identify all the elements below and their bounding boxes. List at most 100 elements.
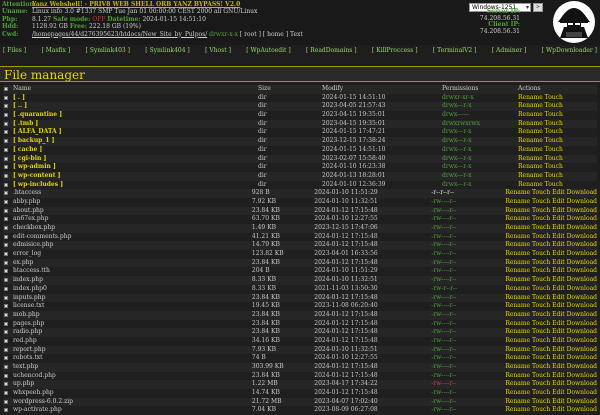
file-name[interactable]: [ .. ] (3, 102, 258, 111)
menu-item[interactable]: [ Symlink403 ] (85, 46, 129, 56)
row-checkbox[interactable] (4, 182, 8, 187)
file-permissions[interactable]: -rw----r-- (431, 224, 505, 233)
file-name[interactable]: edmisice.php (3, 241, 252, 250)
file-permissions[interactable]: -rw----r-- (431, 406, 505, 415)
file-name[interactable]: text.php (3, 363, 252, 372)
row-checkbox[interactable] (4, 286, 8, 291)
file-action-links[interactable]: Rename Touch (518, 155, 563, 162)
file-name[interactable]: index.php0 (3, 285, 252, 294)
file-name[interactable]: whxpeeh.php (3, 389, 252, 398)
row-checkbox[interactable] (4, 234, 8, 239)
row-checkbox[interactable] (4, 147, 8, 152)
file-name-text[interactable]: red.php (13, 337, 37, 344)
file-action-links[interactable]: Rename Touch Edit Download (505, 363, 597, 370)
row-checkbox[interactable] (4, 321, 8, 326)
file-name[interactable]: inputs.php (3, 294, 252, 303)
file-name[interactable]: [ cache ] (3, 146, 258, 155)
row-checkbox[interactable] (4, 391, 8, 396)
file-permissions[interactable]: -rw----r-- (431, 398, 505, 407)
col-size[interactable]: Size (258, 85, 322, 94)
file-permissions[interactable]: -rw----r-- (431, 320, 505, 329)
file-permissions[interactable]: -rw----r-- (431, 311, 505, 320)
file-action-links[interactable]: Rename Touch Edit Download (505, 328, 597, 335)
row-checkbox[interactable] (4, 217, 8, 222)
file-name-text[interactable]: up.php (13, 380, 34, 387)
file-action-links[interactable]: Rename Touch (518, 128, 563, 135)
file-permissions[interactable]: drwx---r-x (442, 102, 518, 111)
file-name[interactable]: [ ALFA_DATA ] (3, 128, 258, 137)
file-permissions[interactable]: -rw----r-- (431, 363, 505, 372)
file-permissions[interactable]: drwx---r-x (442, 172, 518, 181)
row-checkbox[interactable] (4, 260, 8, 265)
file-action-links[interactable]: Rename Touch Edit Download (505, 215, 597, 222)
file-name-text[interactable]: an67ex.php (13, 215, 48, 222)
file-permissions[interactable]: drwx---r-x (442, 137, 518, 146)
file-name-text[interactable]: text.php (13, 363, 38, 370)
file-permissions[interactable]: -rw----r-- (431, 354, 505, 363)
file-name-text[interactable]: [ wp-content ] (13, 172, 60, 179)
file-name[interactable]: abby.php (3, 198, 252, 207)
file-name[interactable]: index.php (3, 276, 252, 285)
file-name[interactable]: about.php (3, 207, 252, 216)
file-name-text[interactable]: [ ALFA_DATA ] (13, 128, 62, 135)
file-permissions[interactable]: drwxrwxrwx (442, 120, 518, 129)
file-action-links[interactable]: Rename Touch Edit Download (505, 302, 597, 309)
file-name[interactable]: robots.txt (3, 354, 252, 363)
file-name-text[interactable]: [ .tmb ] (13, 120, 38, 127)
row-checkbox[interactable] (4, 252, 8, 257)
file-name-text[interactable]: edmisice.php (13, 241, 53, 248)
file-permissions[interactable]: -rw-r--r-- (431, 285, 505, 294)
file-permissions[interactable]: -r--r--r-- (431, 189, 505, 198)
menu-item[interactable]: [ WpDownloader ] (542, 46, 597, 56)
row-checkbox[interactable] (4, 208, 8, 213)
file-name-text[interactable]: inputs.php (13, 294, 45, 301)
file-permissions[interactable]: -rw----r-- (431, 276, 505, 285)
menu-item[interactable]: [ ReadDomains ] (306, 46, 357, 56)
file-permissions[interactable]: -rw----r-- (431, 267, 505, 276)
row-checkbox[interactable] (4, 130, 8, 135)
file-permissions[interactable]: -rw----r-- (431, 389, 505, 398)
file-permissions[interactable]: -rw----r-- (431, 215, 505, 224)
file-name-text[interactable]: [ backup_1 ] (13, 137, 54, 144)
file-name-text[interactable]: radio.php (13, 328, 42, 335)
file-action-links[interactable]: Rename Touch (518, 94, 563, 101)
row-checkbox[interactable] (4, 330, 8, 335)
file-permissions[interactable]: drwx---r-x (442, 181, 518, 190)
file-permissions[interactable]: -rw----r-- (431, 380, 505, 389)
file-name-text[interactable]: [ . ] (13, 94, 25, 101)
row-checkbox[interactable] (4, 365, 8, 369)
file-name-text[interactable]: index.php0 (13, 285, 47, 292)
file-name[interactable]: radio.php (3, 328, 252, 337)
row-checkbox[interactable] (4, 304, 8, 309)
file-permissions[interactable]: -rw----r-- (431, 250, 505, 259)
row-checkbox[interactable] (4, 121, 8, 126)
row-checkbox[interactable] (4, 104, 8, 109)
file-name-text[interactable]: htaccess.tth (13, 267, 50, 274)
file-action-links[interactable]: Rename Touch Edit Download (505, 346, 597, 353)
file-name-text[interactable]: pages.php (13, 320, 44, 327)
file-permissions[interactable]: drwx---r-x (442, 163, 518, 172)
row-checkbox[interactable] (4, 139, 8, 144)
row-checkbox[interactable] (4, 347, 8, 352)
file-name-text[interactable]: robots.txt (13, 354, 43, 361)
file-action-links[interactable]: Rename Touch (518, 172, 563, 179)
file-action-links[interactable]: Rename Touch Edit Download (505, 320, 597, 327)
row-checkbox[interactable] (4, 338, 8, 343)
file-action-links[interactable]: Rename Touch (518, 137, 563, 144)
file-permissions[interactable]: drwx---r-x (442, 146, 518, 155)
file-permissions[interactable]: drwxr-xr-x (442, 94, 518, 103)
row-checkbox[interactable] (4, 269, 8, 274)
file-name-text[interactable]: abby.php (13, 198, 40, 205)
file-name[interactable]: [ .quarantine ] (3, 111, 258, 120)
file-name[interactable]: ex.php (3, 259, 252, 268)
file-name[interactable]: [ cgi-bin ] (3, 155, 258, 164)
file-name-text[interactable]: mob.php (13, 311, 40, 318)
menu-item[interactable]: [ WpAutoedit ] (246, 46, 290, 56)
file-name[interactable]: [ wp-content ] (3, 172, 258, 181)
file-name[interactable]: red.php (3, 337, 252, 346)
file-action-links[interactable]: Rename Touch Edit Download (505, 241, 597, 248)
file-action-links[interactable]: Rename Touch Edit Download (505, 224, 597, 231)
file-name-text[interactable]: edit-comments.php (13, 233, 71, 240)
file-action-links[interactable]: Rename Touch Edit Download (505, 233, 597, 240)
file-name-text[interactable]: wp-activate.php (13, 406, 62, 413)
